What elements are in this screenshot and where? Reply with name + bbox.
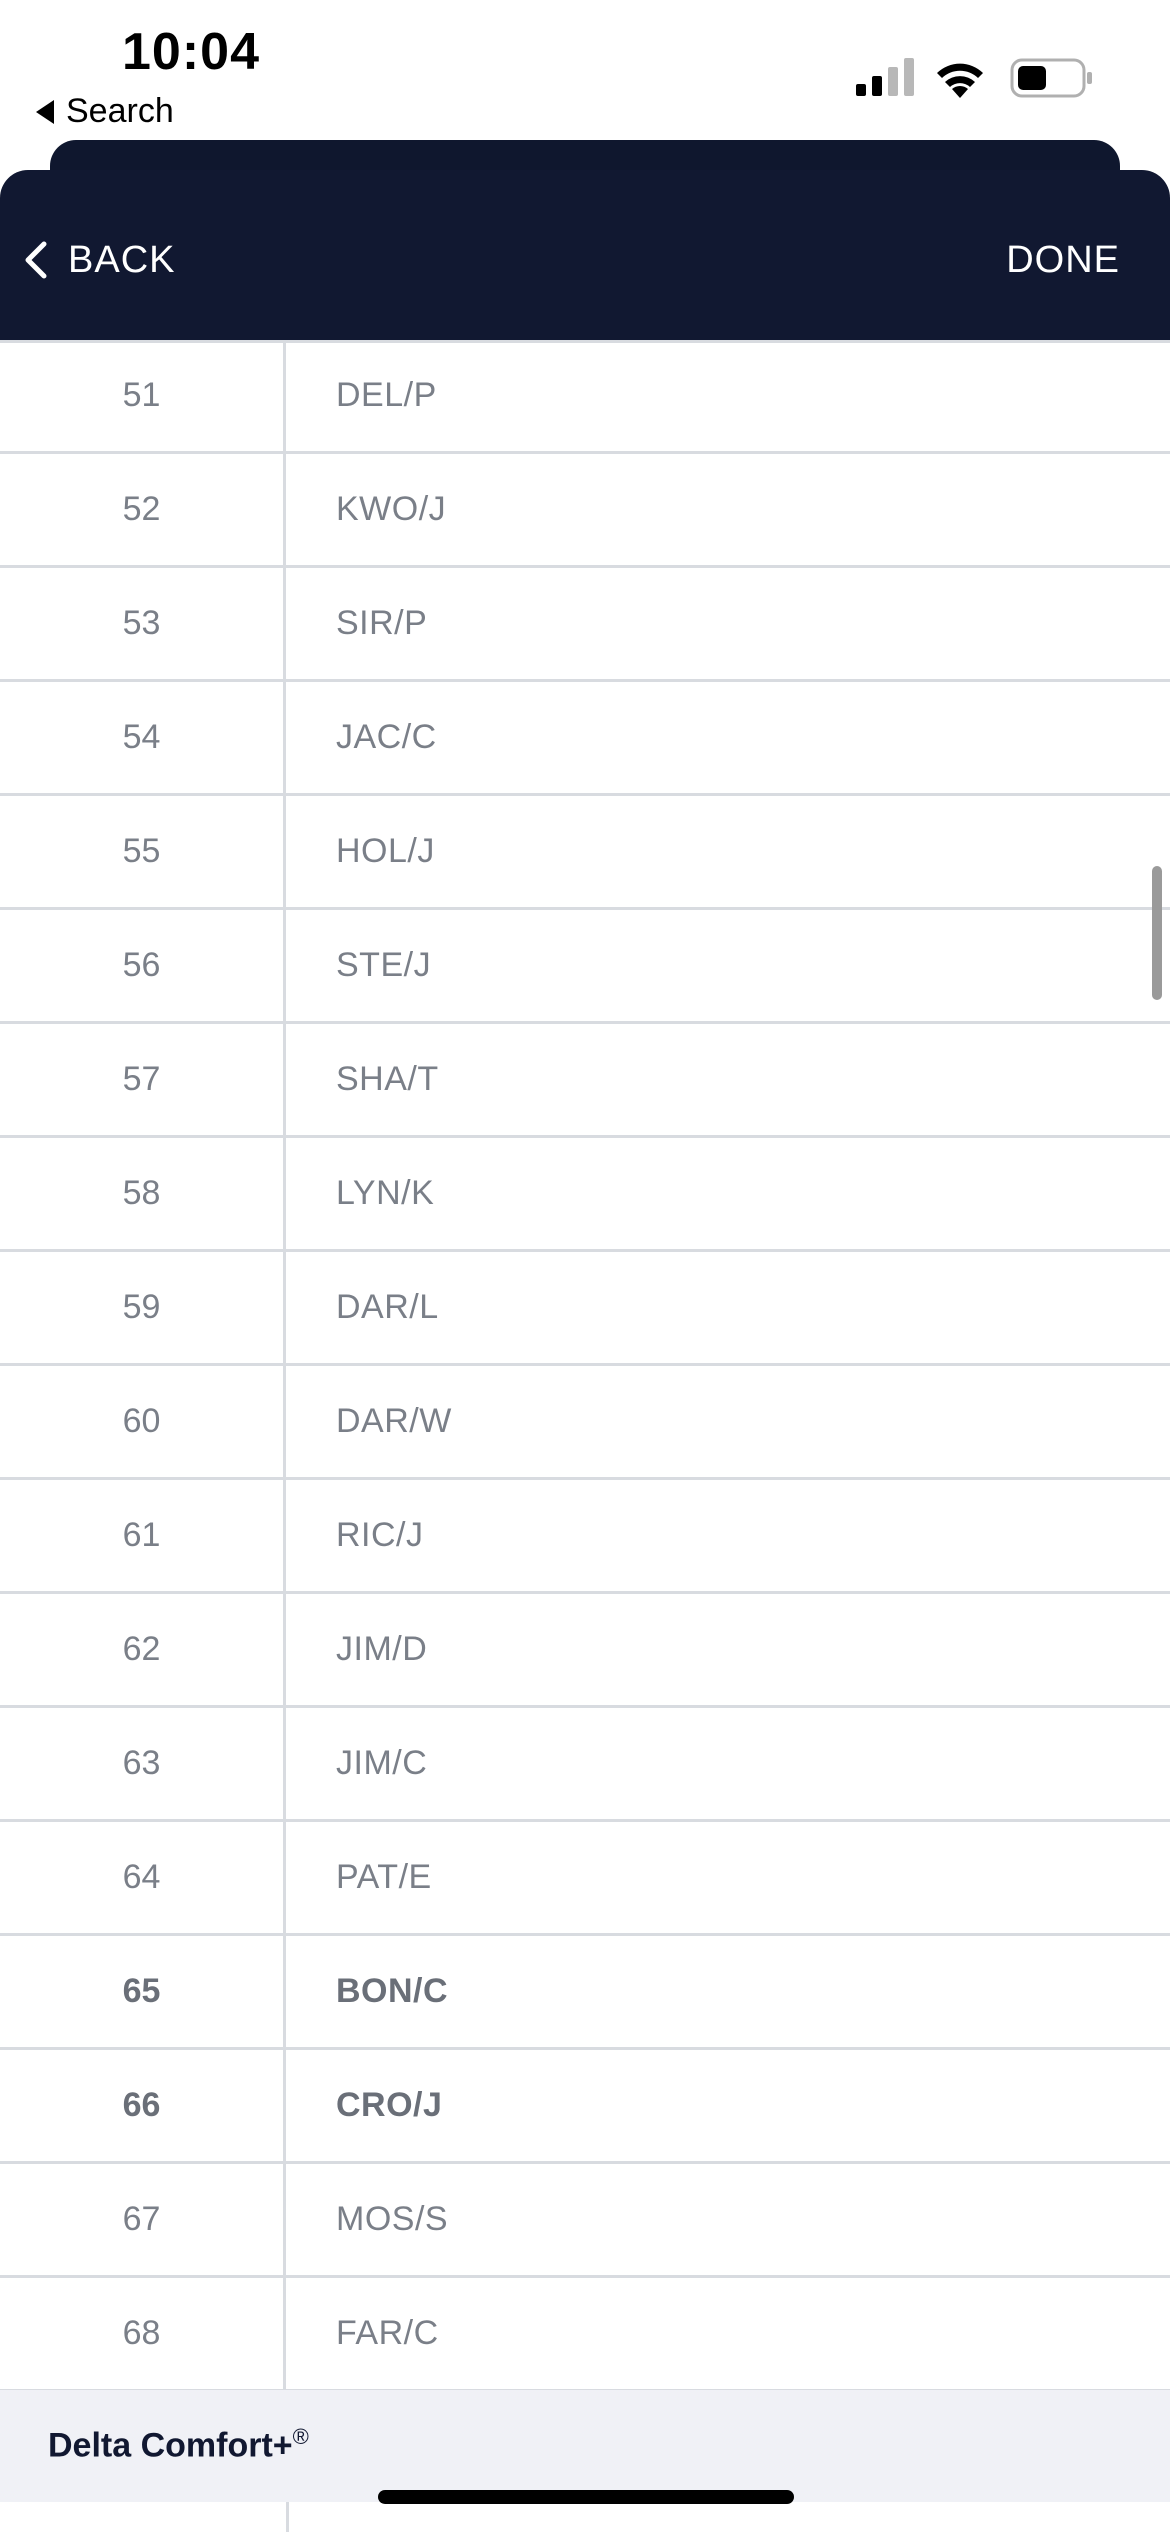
row-number: 53 — [0, 568, 286, 679]
row-name: HOL/J — [336, 832, 435, 870]
cellular-signal-icon — [856, 58, 914, 96]
row-name: KWO/J — [336, 490, 447, 528]
row-number: 57 — [0, 1024, 286, 1135]
row-number: 60 — [0, 1366, 286, 1477]
list-item[interactable]: 52 KWO/J — [0, 454, 1170, 568]
row-number: 66 — [0, 2050, 286, 2161]
row-name: MOS/S — [336, 2200, 449, 2238]
row-name: SIR/P — [336, 604, 428, 642]
row-name: JIM/C — [336, 1744, 428, 1782]
section-title: Delta Comfort+® — [48, 2424, 309, 2465]
registered-mark: ® — [292, 2424, 309, 2449]
wifi-icon — [937, 63, 983, 98]
sheet-header — [0, 170, 1170, 343]
row-number: 52 — [0, 454, 286, 565]
list-item[interactable]: 53 SIR/P — [0, 568, 1170, 682]
list-item[interactable]: 55 HOL/J — [0, 796, 1170, 910]
home-indicator[interactable] — [378, 2490, 794, 2504]
seat-list-screen: 10:04 Search BACK DONE 51 DEL/P 52 KWO/J… — [0, 0, 1170, 2532]
row-name: STE/J — [336, 946, 432, 984]
row-number: 67 — [0, 2164, 286, 2275]
list-item[interactable]: 58 LYN/K — [0, 1138, 1170, 1252]
column-divider — [286, 2502, 289, 2532]
row-name: SHA/T — [336, 1060, 439, 1098]
row-name: PAT/E — [336, 1858, 432, 1896]
scrollbar-thumb[interactable] — [1152, 866, 1162, 1000]
row-number: 61 — [0, 1480, 286, 1591]
row-number: 65 — [0, 1936, 286, 2047]
back-button[interactable]: BACK — [20, 230, 175, 290]
row-number: 55 — [0, 796, 286, 907]
back-to-app-link[interactable]: Search — [36, 92, 174, 131]
list-item[interactable]: 67 MOS/S — [0, 2164, 1170, 2278]
list-item[interactable]: 60 DAR/W — [0, 1366, 1170, 1480]
row-name: FAR/C — [336, 2314, 439, 2352]
row-name: DAR/W — [336, 1402, 452, 1440]
list-item[interactable]: 56 STE/J — [0, 910, 1170, 1024]
list-item[interactable]: 66 CRO/J — [0, 2050, 1170, 2164]
row-number: 62 — [0, 1594, 286, 1705]
passenger-list[interactable]: 51 DEL/P 52 KWO/J 53 SIR/P 54 JAC/C 55 HOL/J 56 STE… — [0, 340, 1170, 2390]
section-title-text: Delta Comfort+ — [48, 2426, 293, 2465]
row-name: CRO/J — [336, 2086, 443, 2124]
row-name: JIM/D — [336, 1630, 428, 1668]
status-bar: 10:04 Search — [0, 0, 1170, 140]
row-number: 64 — [0, 1822, 286, 1933]
back-button-label: BACK — [68, 238, 176, 281]
section-header-comfort-plus: Delta Comfort+® — [0, 2390, 1170, 2502]
list-item[interactable]: 51 DEL/P — [0, 340, 1170, 454]
row-name: JAC/C — [336, 718, 437, 756]
row-number: 56 — [0, 910, 286, 1021]
row-name: RIC/J — [336, 1516, 424, 1554]
row-number: 68 — [0, 2278, 286, 2389]
list-item[interactable]: 63 JIM/C — [0, 1708, 1170, 1822]
list-item[interactable]: 68 FAR/C — [0, 2278, 1170, 2390]
row-number: 51 — [0, 340, 286, 451]
done-button[interactable]: DONE — [1006, 230, 1120, 290]
row-number: 54 — [0, 682, 286, 793]
row-name: DEL/P — [336, 376, 437, 414]
row-name: BON/C — [336, 1972, 449, 2010]
list-item[interactable]: 62 JIM/D — [0, 1594, 1170, 1708]
chevron-left-icon — [25, 241, 47, 279]
battery-icon — [1010, 58, 1092, 98]
back-triangle-icon — [36, 99, 54, 124]
list-item[interactable]: 59 DAR/L — [0, 1252, 1170, 1366]
list-item[interactable]: 64 PAT/E — [0, 1822, 1170, 1936]
list-item[interactable]: 57 SHA/T — [0, 1024, 1170, 1138]
status-time: 10:04 — [122, 23, 260, 81]
list-item[interactable]: 54 JAC/C — [0, 682, 1170, 796]
row-name: DAR/L — [336, 1288, 439, 1326]
list-item[interactable]: 61 RIC/J — [0, 1480, 1170, 1594]
row-number: 63 — [0, 1708, 286, 1819]
row-number: 58 — [0, 1138, 286, 1249]
list-item[interactable]: 65 BON/C — [0, 1936, 1170, 2050]
row-number: 59 — [0, 1252, 286, 1363]
row-name: LYN/K — [336, 1174, 435, 1212]
back-to-app-label: Search — [66, 92, 174, 130]
